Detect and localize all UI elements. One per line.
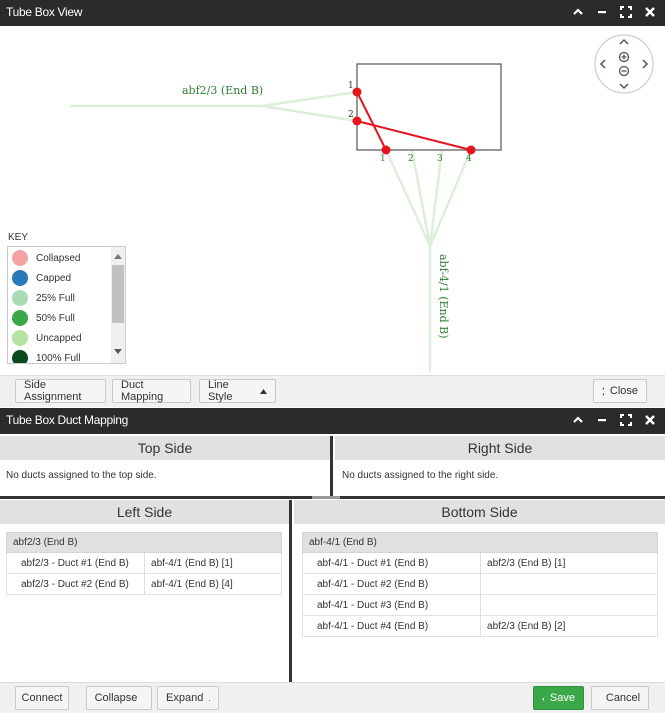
tube-box-view-header: Tube Box View — [0, 0, 665, 26]
bottom-side-title: Bottom Side — [294, 500, 665, 524]
table-row[interactable]: abf-4/1 - Duct #2 (End B) — [302, 574, 658, 595]
bottom-port-label-2: 2 — [408, 154, 414, 164]
top-side-title: Top Side — [0, 436, 330, 460]
scroll-down-icon — [114, 346, 122, 358]
table-row[interactable]: abf-4/1 - Duct #1 (End B) abf2/3 (End B)… — [302, 553, 658, 574]
line-style-button[interactable]: Line Style — [199, 379, 276, 403]
left-group-header[interactable]: abf2/3 (End B) — [6, 532, 282, 553]
bottom-port-label-3: 3 — [437, 154, 443, 164]
right-side-message: No ducts assigned to the right side. — [342, 470, 499, 481]
close-icon[interactable] — [641, 3, 659, 21]
top-side-message: No ducts assigned to the top side. — [6, 470, 157, 481]
key-scrollbar[interactable] — [111, 247, 125, 363]
close-icon[interactable] — [641, 411, 659, 429]
key-item-capped: Capped — [12, 269, 71, 287]
expand-icon[interactable] — [617, 3, 635, 21]
left-port-label-1: 1 — [348, 81, 354, 91]
bottom-port-label-1: 1 — [380, 154, 386, 164]
key-item-25-full: 25% Full — [12, 289, 75, 307]
right-side-title: Right Side — [335, 436, 665, 460]
table-row[interactable]: abf2/3 - Duct #1 (End B) abf-4/1 (End B)… — [6, 553, 282, 574]
side-assignment-button[interactable]: Side Assignment — [15, 379, 106, 403]
pan-zoom-control[interactable] — [594, 34, 654, 94]
duct-mapping-toolbar: Connect Collapse Expand Save Cancel — [0, 682, 665, 713]
minimize-icon[interactable] — [593, 3, 611, 21]
cancel-button[interactable]: Cancel — [591, 686, 649, 710]
bottom-cable-label: abf-4/1 (End B) — [437, 254, 450, 339]
scroll-thumb — [112, 265, 124, 323]
left-cable-label: abf2/3 (End B) — [182, 84, 263, 97]
caret-up-icon — [209, 699, 210, 701]
left-port-1[interactable] — [352, 87, 362, 97]
minimize-icon[interactable] — [593, 411, 611, 429]
horizontal-divider[interactable] — [0, 496, 312, 499]
duct-mapping-header: Tube Box Duct Mapping — [0, 408, 665, 434]
vertical-divider[interactable] — [330, 436, 333, 498]
bottom-group-header[interactable]: abf-4/1 (End B) — [302, 532, 658, 553]
chevron-up-icon[interactable] — [569, 411, 587, 429]
left-port-label-2: 2 — [348, 110, 354, 120]
expand-icon[interactable] — [617, 411, 635, 429]
connect-button[interactable]: Connect — [15, 686, 69, 710]
key-item-collapsed: Collapsed — [12, 249, 80, 267]
horizontal-divider[interactable] — [340, 496, 665, 499]
table-row[interactable]: abf2/3 - Duct #2 (End B) abf-4/1 (End B)… — [6, 574, 282, 595]
left-side-title: Left Side — [0, 500, 289, 524]
duct-mapping-button[interactable]: Duct Mapping — [112, 379, 191, 403]
bottom-port-label-4: 4 — [466, 154, 472, 164]
left-port-2[interactable] — [352, 116, 362, 126]
key-item-uncapped: Uncapped — [12, 329, 82, 347]
key-legend[interactable]: Collapsed Capped 25% Full 50% Full Uncap… — [7, 246, 126, 364]
scroll-up-icon — [114, 250, 122, 262]
table-row[interactable]: abf-4/1 - Duct #3 (End B) — [302, 595, 658, 616]
table-row[interactable]: abf-4/1 - Duct #4 (End B) abf2/3 (End B)… — [302, 616, 658, 637]
collapse-button[interactable]: Collapse — [86, 686, 152, 710]
close-button[interactable]: Close — [593, 379, 647, 403]
key-item-50-full: 50% Full — [12, 309, 75, 327]
panel-title: Tube Box View — [6, 5, 83, 19]
panel-title: Tube Box Duct Mapping — [6, 413, 128, 427]
caret-up-icon — [260, 388, 267, 394]
vertical-divider[interactable] — [289, 500, 292, 682]
checkmark-icon — [542, 697, 544, 701]
expand-button[interactable]: Expand — [157, 686, 219, 710]
key-item-100-full: 100% Full — [12, 349, 80, 363]
key-title: KEY — [8, 232, 29, 243]
save-button[interactable]: Save — [533, 686, 584, 710]
tube-box-view-toolbar: Side Assignment Duct Mapping Line Style … — [0, 375, 665, 407]
close-icon — [602, 387, 604, 395]
splitter-handle[interactable] — [312, 496, 340, 499]
chevron-up-icon[interactable] — [569, 3, 587, 21]
